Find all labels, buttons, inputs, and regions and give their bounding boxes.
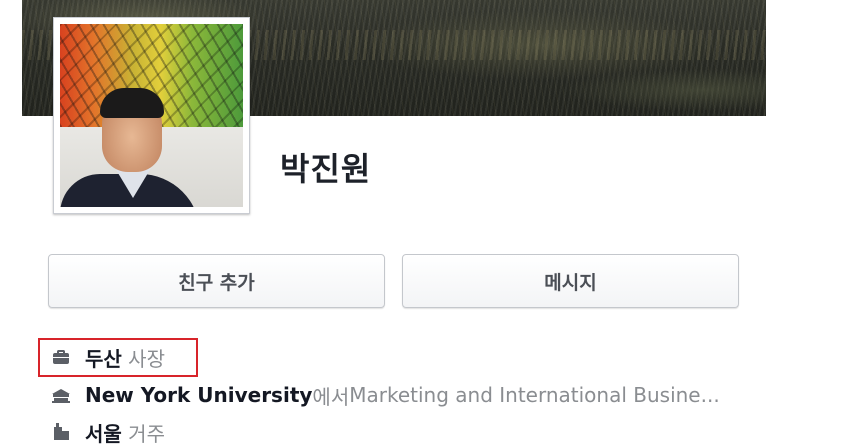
residence-info-row: 서울 거주 [52, 418, 165, 446]
person-hair [100, 88, 164, 118]
profile-picture-frame[interactable] [53, 17, 250, 214]
profile-name: 박진원 [280, 150, 372, 188]
education-info-row: New York University 에서 Marketing and Inte… [52, 381, 720, 409]
home-icon [52, 423, 70, 441]
education-school[interactable]: New York University [85, 383, 312, 407]
profile-picture[interactable] [60, 24, 243, 207]
briefcase-icon [52, 348, 70, 366]
work-info-row: 두산 사장 [52, 343, 165, 371]
school-icon [52, 386, 70, 404]
message-button[interactable]: 메시지 [402, 254, 739, 308]
work-position: 사장 [128, 346, 165, 371]
residence-label: 거주 [128, 421, 165, 446]
residence-city[interactable]: 서울 [85, 418, 122, 447]
work-company[interactable]: 두산 [85, 343, 122, 372]
education-connector: 에서 [312, 384, 350, 409]
add-friend-button[interactable]: 친구 추가 [48, 254, 385, 308]
education-field: Marketing and International Busine... [349, 383, 720, 407]
